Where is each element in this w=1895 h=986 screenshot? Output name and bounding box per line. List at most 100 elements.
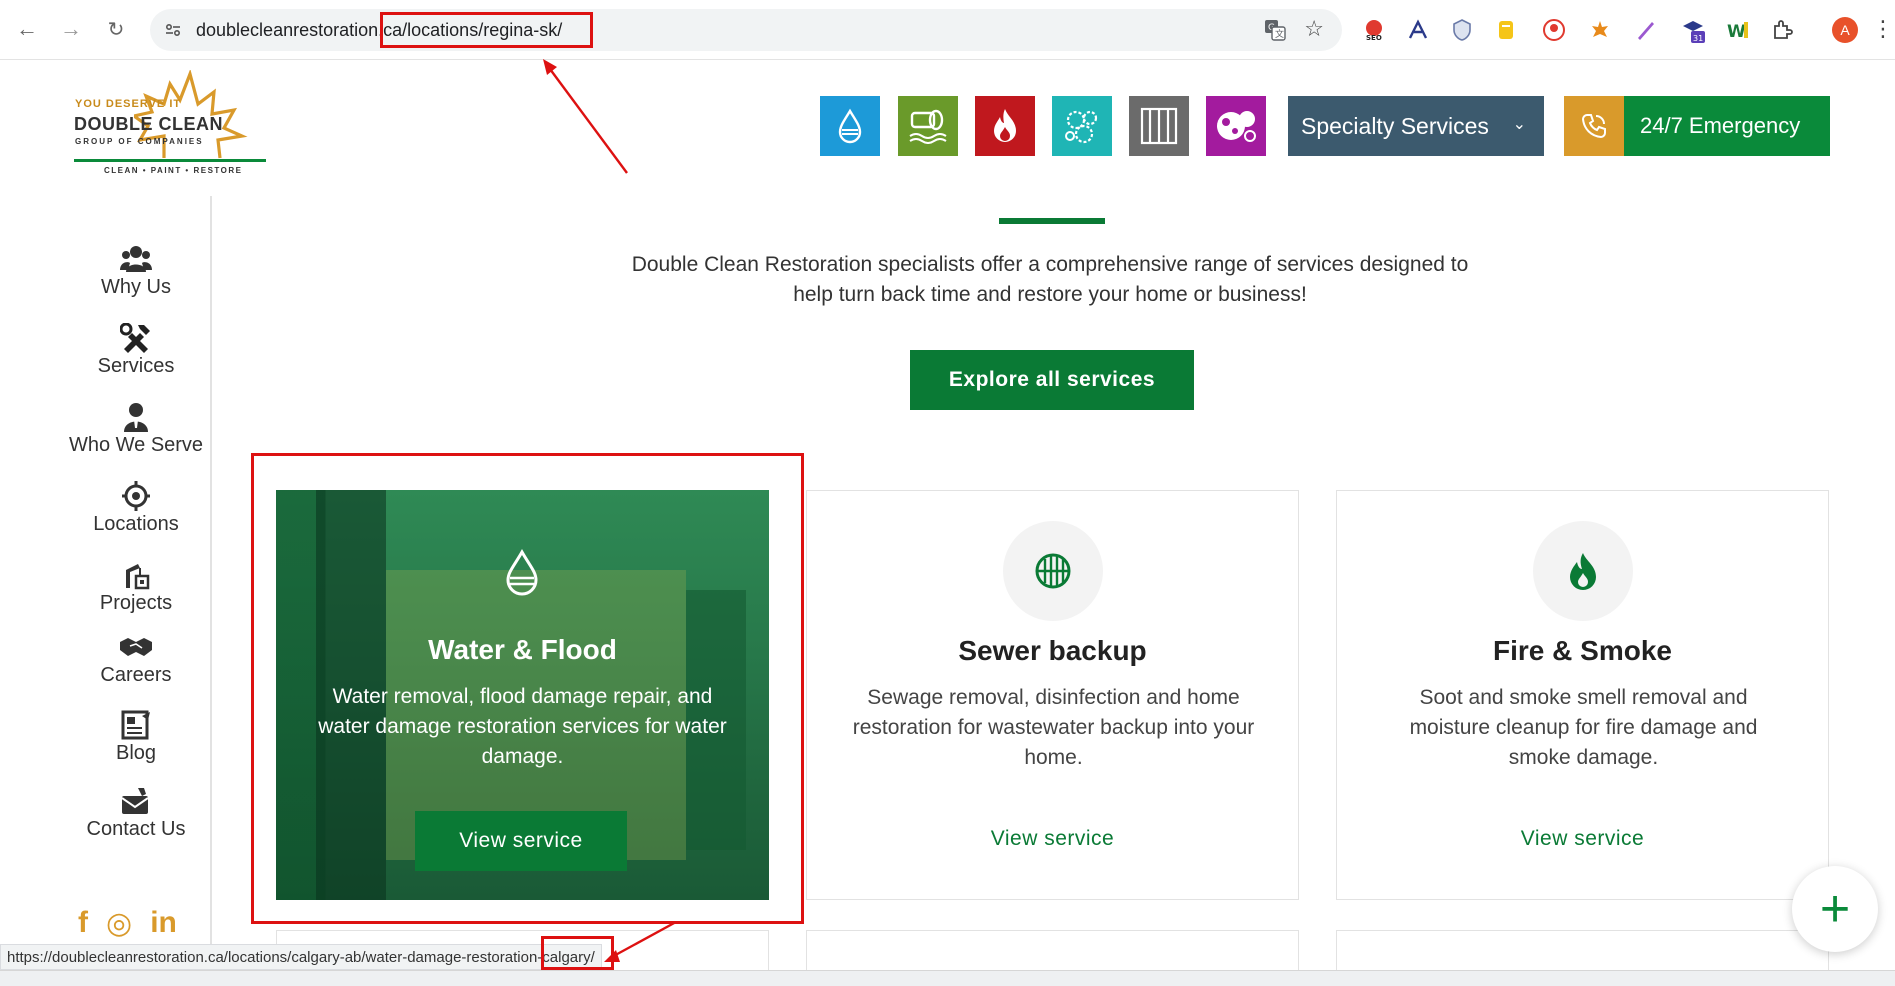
status-highlight-box [541, 936, 614, 970]
card-title: Fire & Smoke [1493, 635, 1672, 666]
crane-icon [126, 564, 150, 590]
sewer-grate-icon [1035, 553, 1071, 589]
specialty-services-label: Specialty Services [1301, 112, 1489, 139]
logo-subtitle: GROUP OF COMPANIES [75, 137, 204, 146]
word-extension-icon[interactable]: W [1726, 18, 1750, 42]
view-service-link[interactable]: View service [807, 827, 1298, 851]
leaf-extension-icon[interactable] [1588, 18, 1612, 42]
fire-icon [1570, 553, 1596, 590]
chevron-down-icon: ⌄ [1512, 116, 1526, 133]
shield-extension-icon[interactable] [1450, 18, 1474, 42]
address-bar[interactable]: doublecleanrestoration.ca/locations/regi… [150, 9, 1342, 51]
service-card-sewer[interactable]: Sewer backup Sewage removal, disinfectio… [806, 490, 1299, 900]
sidebar-item-services[interactable]: Services [60, 323, 212, 378]
mold-icon [1065, 110, 1098, 144]
url-prefix: doublecleanrestoration. [196, 20, 384, 40]
site-info-icon[interactable] [164, 21, 182, 39]
sidebar-item-label: Careers [100, 664, 172, 686]
back-icon[interactable]: ← [12, 14, 42, 44]
site-logo[interactable]: YOU DESERVE IT DOUBLE CLEAN GROUP OF COM… [74, 70, 274, 180]
tools-icon [120, 323, 150, 353]
people-icon [120, 246, 152, 272]
card-description: Soot and smoke smell removal and moistur… [1409, 686, 1758, 769]
extensions-puzzle-icon[interactable] [1770, 18, 1794, 42]
card-icon-circle [1533, 521, 1633, 621]
os-taskbar [0, 970, 1895, 986]
floating-plus-button[interactable]: + [1792, 866, 1878, 952]
water-service-tile[interactable] [820, 96, 880, 156]
svg-text:W: W [1727, 22, 1746, 42]
social-links: f ◎ in [78, 906, 177, 941]
vent-service-tile[interactable] [1129, 96, 1189, 156]
sewer-service-tile[interactable] [898, 96, 958, 156]
instagram-icon[interactable]: ◎ [106, 906, 132, 941]
card-description: Sewage removal, disinfection and home re… [852, 686, 1255, 769]
browser-toolbar: ← → ↻ doublecleanrestoration.ca/location… [0, 0, 1895, 60]
fire-icon [994, 109, 1016, 142]
sidebar-item-locations[interactable]: Locations [60, 481, 212, 536]
emergency-button[interactable]: 24/7 Emergency [1564, 96, 1830, 156]
logo-divider [74, 159, 266, 162]
emergency-label: 24/7 Emergency [1640, 113, 1801, 138]
sidebar-item-careers[interactable]: Careers [60, 632, 212, 687]
bookmark-star-icon[interactable]: ☆ [1304, 16, 1324, 42]
location-extension-icon[interactable] [1542, 18, 1566, 42]
card-highlight-box [251, 453, 804, 924]
vent-icon [1140, 107, 1178, 145]
reload-icon[interactable]: ↻ [101, 14, 131, 44]
pen-extension-icon[interactable] [1634, 18, 1658, 42]
sidebar-item-projects[interactable]: Projects [60, 560, 212, 615]
sidebar-item-blog[interactable]: Blog [60, 710, 212, 765]
mold-service-tile[interactable] [1052, 96, 1112, 156]
card-icon-circle [1003, 521, 1103, 621]
phone-icon [1564, 96, 1624, 156]
profile-avatar[interactable]: A [1832, 17, 1858, 43]
forward-icon[interactable]: → [56, 14, 86, 44]
sidebar-item-label: Who We Serve [68, 434, 204, 456]
sidebar-item-label: Projects [99, 592, 173, 614]
fire-service-tile[interactable] [975, 96, 1035, 156]
sidebar-item-label: Why Us [101, 276, 171, 298]
annotation-arrow-up [543, 59, 628, 174]
sidebar-item-why-us[interactable]: Why Us [60, 244, 212, 299]
logo-tagline: YOU DESERVE IT [75, 98, 182, 110]
water-drop-icon [838, 108, 862, 144]
service-card-fire[interactable]: Fire & Smoke Soot and smoke smell remova… [1336, 490, 1829, 900]
seo-extension-icon[interactable]: SEO [1362, 18, 1386, 42]
calendar-extension-icon[interactable]: 31 [1680, 18, 1705, 43]
document-icon [121, 710, 150, 740]
bubbles-icon [1217, 111, 1256, 142]
browser-menu-icon[interactable]: ⋮ [1872, 16, 1894, 42]
specialty-services-dropdown[interactable]: Specialty Services ⌄ [1288, 96, 1544, 156]
person-icon [124, 403, 148, 432]
sidebar-item-who-we-serve[interactable]: Who We Serve [60, 402, 212, 457]
handshake-icon [120, 638, 152, 656]
extension-arrow-icon[interactable] [1406, 18, 1430, 42]
facebook-icon[interactable]: f [78, 906, 88, 941]
linkedin-icon[interactable]: in [150, 906, 177, 941]
svg-text:SEO: SEO [1366, 34, 1382, 42]
services-intro: Double Clean Restoration specialists off… [631, 253, 1469, 306]
logo-brand: DOUBLE CLEAN [74, 114, 223, 134]
view-service-link[interactable]: View service [1337, 827, 1828, 851]
explore-services-button[interactable]: Explore all services [910, 350, 1194, 410]
sidebar-item-contact-us[interactable]: Contact Us [60, 786, 212, 841]
url-highlight-box [380, 12, 593, 48]
sidebar-nav: Why Us Services Who We Serve Locations P… [60, 196, 212, 956]
link-status-bar: https://doublecleanrestoration.ca/locati… [0, 944, 602, 970]
logo-motto: CLEAN • PAINT • RESTORE [104, 166, 243, 175]
cleaning-service-tile[interactable] [1206, 96, 1266, 156]
sidebar-item-label: Contact Us [86, 818, 186, 840]
card-title: Sewer backup [958, 635, 1147, 666]
svg-text:31: 31 [1693, 34, 1703, 43]
sidebar-item-label: Locations [93, 513, 179, 535]
note-extension-icon[interactable] [1494, 18, 1518, 42]
contact-icon [121, 788, 149, 814]
sidebar-item-label: Blog [115, 742, 157, 764]
sidebar-item-label: Services [97, 355, 175, 377]
sewer-pipe-icon [909, 109, 947, 144]
svg-text:文: 文 [1275, 28, 1284, 40]
target-icon [122, 481, 150, 511]
translate-icon[interactable]: G文 [1264, 19, 1286, 41]
section-divider [999, 218, 1105, 224]
